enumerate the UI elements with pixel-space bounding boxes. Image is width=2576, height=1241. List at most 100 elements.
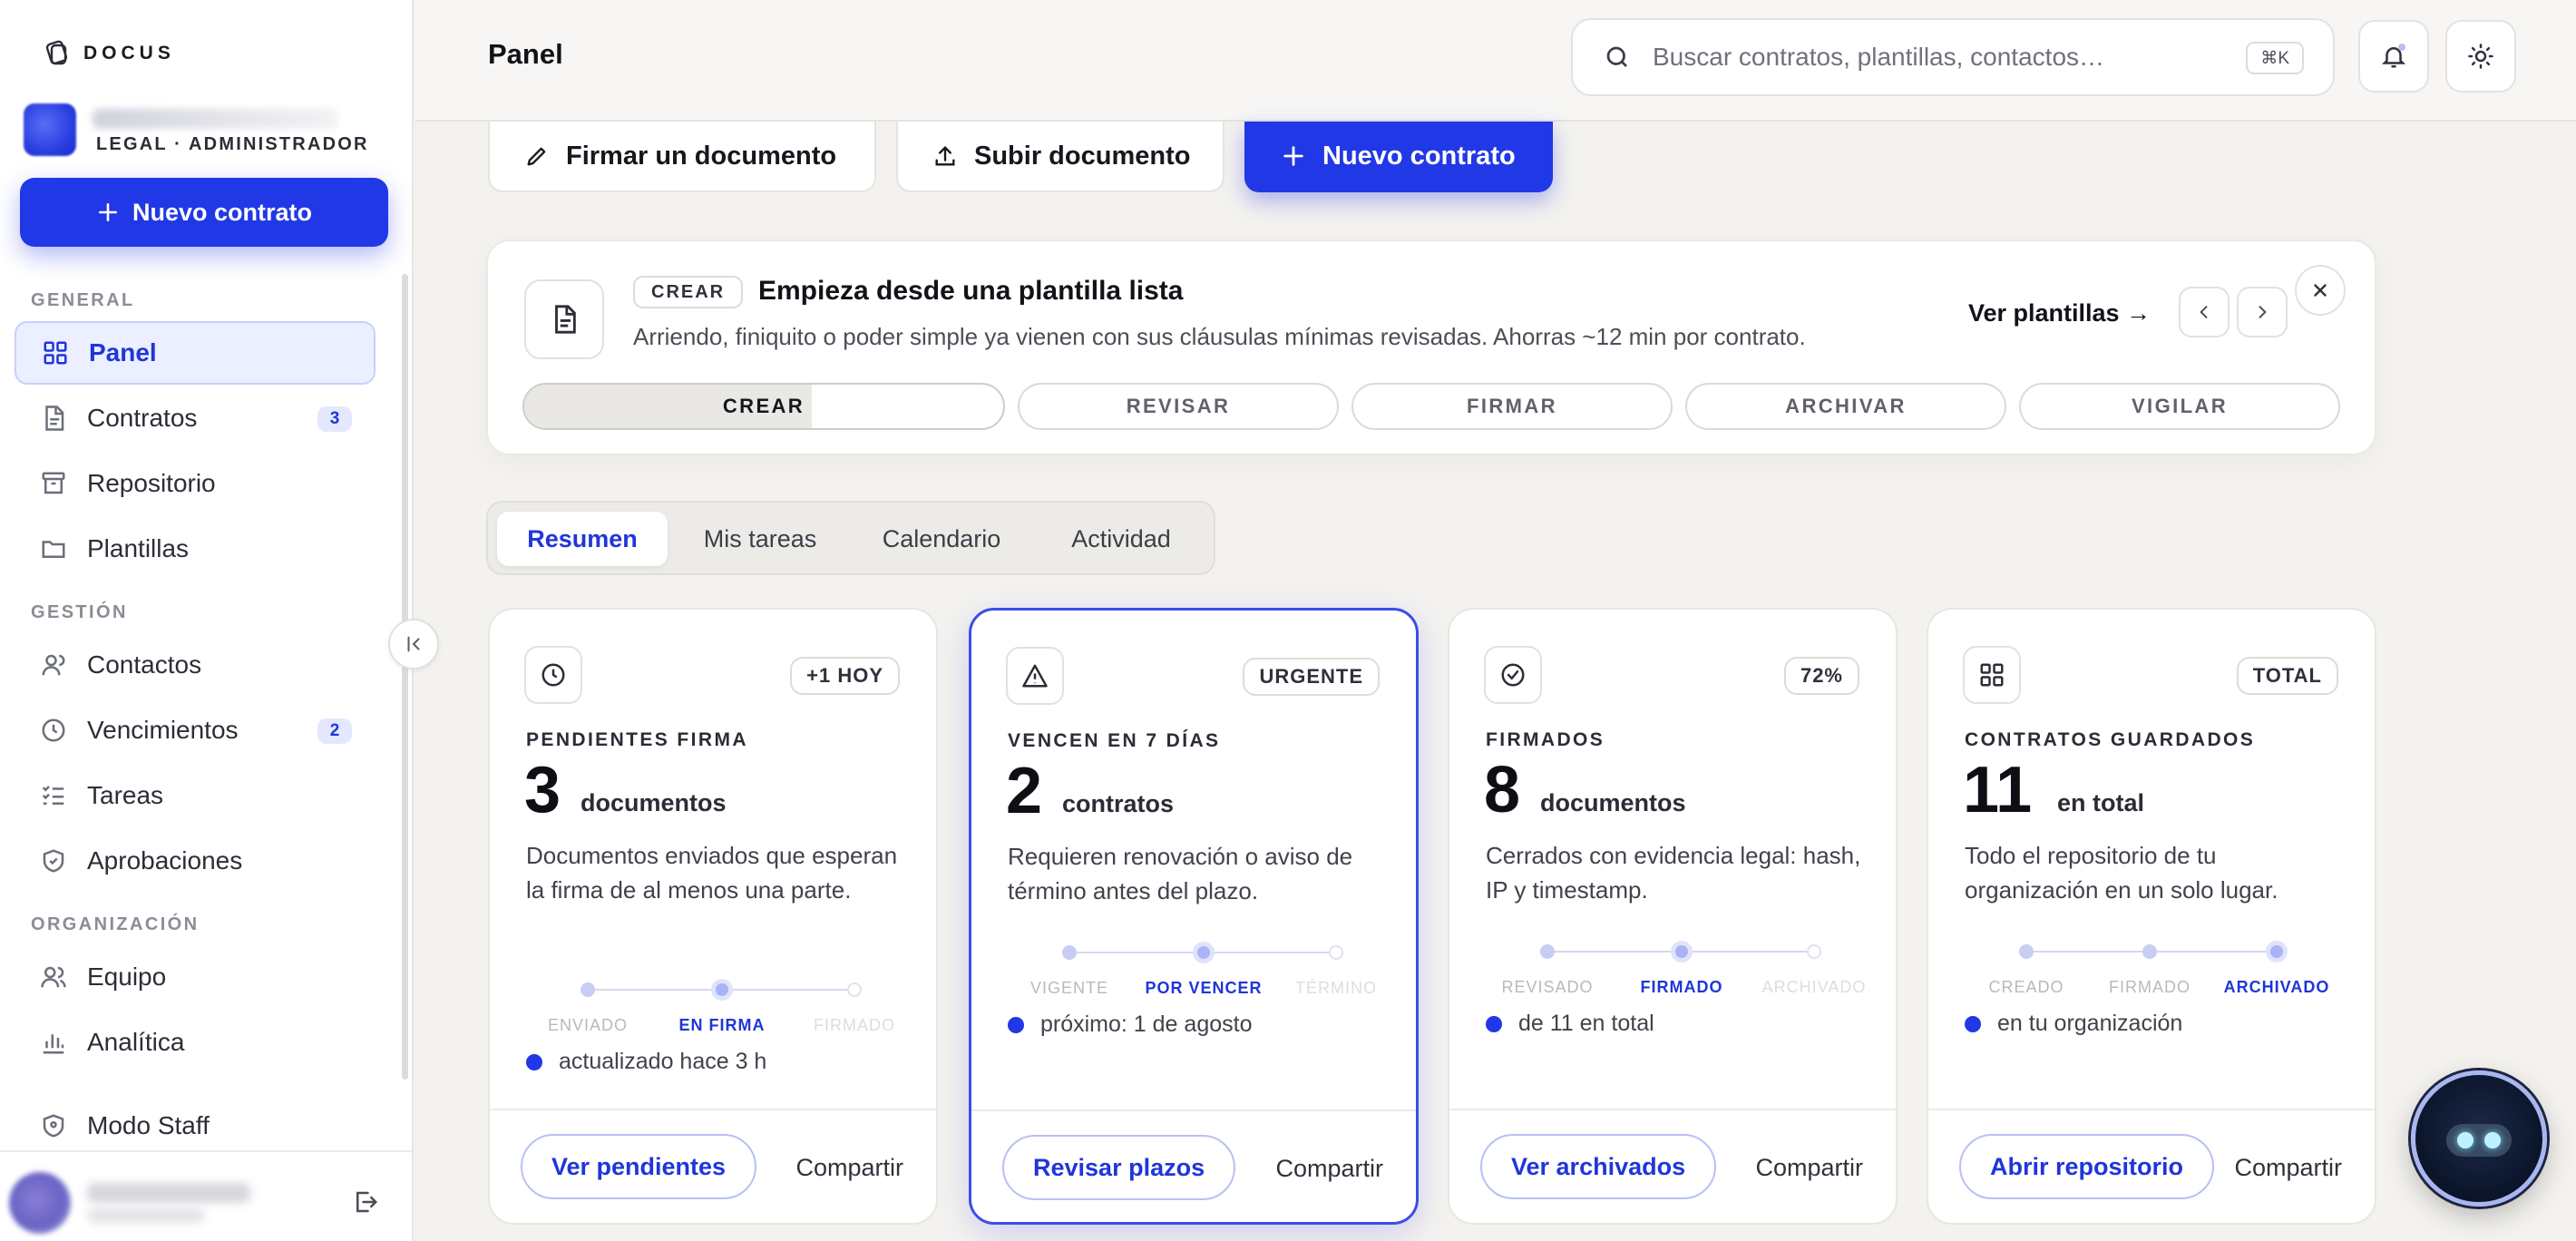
timeline-label: REVISADO [1501, 978, 1594, 996]
document-icon [45, 406, 64, 431]
card-unit: en total [2057, 789, 2145, 816]
sidebar-item-equipo[interactable]: Equipo [15, 945, 376, 1009]
org-switcher[interactable]: LEGAL · ADMINISTRADOR [20, 100, 383, 158]
robot-eye [2457, 1132, 2474, 1148]
status-badge: +1 HOY [790, 657, 900, 695]
timeline-line [2157, 951, 2280, 953]
open-repository-button[interactable]: Abrir repositorio [1959, 1134, 2215, 1199]
timeline-line [731, 989, 854, 991]
view-archived-button[interactable]: Ver archivados [1480, 1134, 1717, 1199]
user-profile[interactable] [0, 1150, 412, 1241]
new-contract-button[interactable]: Nuevo contrato [1244, 122, 1553, 192]
sidebar-item-contactos[interactable]: Contactos [15, 633, 376, 697]
banner-close-button[interactable] [2295, 265, 2346, 316]
banner-icon-box [524, 279, 604, 359]
section-organizacion: ORGANIZACIÓN [31, 914, 200, 934]
sidebar-item-vencimientos[interactable]: Vencimientos 2 [15, 699, 376, 762]
user-icon [42, 654, 65, 676]
banner-title: Empieza desde una plantilla lista [758, 276, 1184, 306]
tab-resumen[interactable]: Resumen [497, 512, 668, 566]
share-link[interactable]: Compartir [2234, 1154, 2342, 1182]
sidebar-scrollbar[interactable] [402, 274, 408, 1080]
banner-prev-button[interactable] [2179, 287, 2230, 337]
step-firmar[interactable]: FIRMAR [1351, 383, 1673, 430]
card-footnote: próximo: 1 de agosto [1008, 1011, 1252, 1038]
card-value: 3 [524, 754, 561, 826]
sidebar-item-label: Plantillas [87, 534, 190, 562]
sidebar-item-tareas[interactable]: Tareas [15, 764, 376, 827]
timeline-label: FIRMADO [814, 1016, 895, 1034]
notifications-button[interactable] [2358, 20, 2429, 93]
card-unit: contratos [1062, 790, 1175, 817]
sidebar-item-modo-staff[interactable]: Modo Staff [15, 1094, 376, 1158]
card-footnote: en tu organización [1965, 1011, 2182, 1037]
document-icon [555, 305, 576, 334]
checklist-icon [42, 786, 64, 805]
search-bar[interactable]: ⌘K [1571, 18, 2335, 96]
timeline-line [1069, 952, 1205, 953]
pencil-icon [527, 147, 546, 166]
card-footnote: de 11 en total [1486, 1011, 1654, 1037]
sidebar-item-label: Analítica [87, 1028, 185, 1056]
search-icon [1606, 46, 1627, 67]
collapse-sidebar-button[interactable] [388, 619, 439, 669]
card-unit: documentos [581, 789, 727, 816]
sidebar-item-analitica[interactable]: Analítica [15, 1011, 376, 1074]
sidebar-item-contratos[interactable]: Contratos 3 [15, 386, 376, 450]
card-value: 8 [1484, 754, 1521, 826]
section-general: GENERAL [31, 290, 135, 310]
banner-next-button[interactable] [2237, 287, 2288, 337]
banner-description: Arriendo, finiquito o poder simple ya vi… [633, 323, 1806, 350]
logout-icon[interactable] [352, 1188, 379, 1216]
upload-document-button[interactable]: Subir documento [896, 122, 1225, 192]
step-label: ARCHIVAR [1785, 395, 1907, 417]
tab-actividad[interactable]: Actividad [1038, 512, 1205, 566]
sidebar-item-plantillas[interactable]: Plantillas [15, 517, 376, 581]
sidebar-item-panel[interactable]: Panel [15, 321, 376, 385]
tab-mis-tareas[interactable]: Mis tareas [677, 512, 844, 566]
share-link[interactable]: Compartir [795, 1154, 903, 1182]
brand[interactable]: DOCUS [44, 40, 175, 67]
timeline-label: TÉRMINO [1295, 979, 1377, 997]
sidebar-item-label: Tareas [87, 781, 164, 809]
status-dot [1008, 1016, 1024, 1033]
view-templates-link[interactable]: Ver plantillas → [1968, 299, 2151, 327]
timeline-dot [1807, 944, 1821, 959]
timeline-dot [2142, 944, 2157, 959]
sign-document-label: Firmar un documento [566, 141, 837, 171]
review-deadlines-button[interactable]: Revisar plazos [1002, 1135, 1236, 1200]
step-label: FIRMAR [1467, 395, 1557, 417]
divider [490, 1109, 936, 1110]
theme-toggle-button[interactable] [2445, 20, 2516, 93]
view-pending-button[interactable]: Ver pendientes [521, 1134, 757, 1199]
card-description: Requieren renovación o aviso de término … [1008, 843, 1353, 904]
timeline-label: CREADO [1988, 978, 2064, 996]
share-link[interactable]: Compartir [1755, 1154, 1863, 1182]
step-archivar[interactable]: ARCHIVAR [1685, 383, 2006, 430]
share-link[interactable]: Compartir [1275, 1155, 1383, 1183]
timeline-dot-current [1193, 942, 1215, 963]
assistant-bot-button[interactable] [2411, 1070, 2547, 1207]
grid-icon [1980, 663, 2004, 687]
timeline-dot-current [1671, 941, 1693, 963]
search-input[interactable] [1653, 43, 2215, 72]
logo-icon [45, 40, 68, 65]
timeline-dot-current [711, 979, 733, 1001]
divider [1928, 1109, 2375, 1110]
step-revisar[interactable]: REVISAR [1018, 383, 1339, 430]
step-crear[interactable]: CREAR [522, 383, 1005, 430]
users-icon [41, 966, 66, 988]
sidebar-new-contract-label: Nuevo contrato [132, 198, 313, 226]
close-icon [2314, 284, 2327, 297]
card-label: VENCEN EN 7 DÍAS [1008, 730, 1221, 751]
timeline-dot-current [2266, 941, 2288, 963]
step-vigilar[interactable]: VIGILAR [2019, 383, 2340, 430]
sidebar-item-aprobaciones[interactable]: Aprobaciones [15, 829, 376, 893]
card-value: 2 [1006, 755, 1043, 827]
card-description: Cerrados con evidencia legal: hash, IP y… [1486, 842, 1861, 904]
sidebar-new-contract-button[interactable]: Nuevo contrato [20, 178, 388, 247]
sign-document-button[interactable]: Firmar un documento [488, 122, 876, 192]
sidebar-item-repositorio[interactable]: Repositorio [15, 452, 376, 515]
timeline-label-current: EN FIRMA [678, 1016, 766, 1034]
tab-calendario[interactable]: Calendario [851, 512, 1032, 566]
